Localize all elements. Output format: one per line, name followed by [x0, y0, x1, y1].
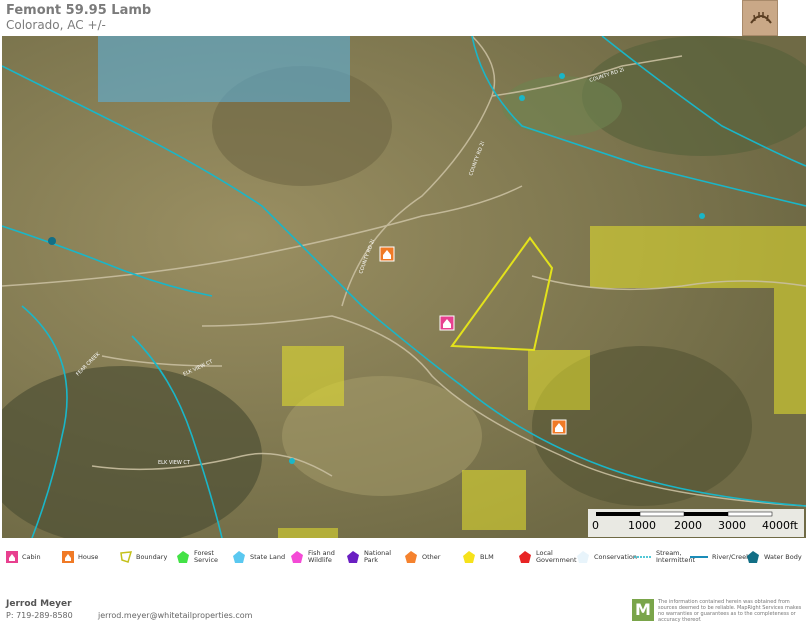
agent-email[interactable]: jerrod.meyer@whitetailproperties.com — [98, 611, 252, 620]
cabin-icon — [439, 315, 455, 331]
house-icon — [551, 419, 567, 435]
road-label: ELK VIEW CT — [158, 460, 191, 466]
scale-tick: 1000 — [628, 519, 656, 532]
agent-name: Jerrod Meyer — [6, 599, 72, 609]
water-body — [699, 213, 705, 219]
boundary-icon — [120, 551, 132, 563]
agent-phone: P: 719-289-8580 — [6, 611, 73, 620]
scale-tick: 2000 — [674, 519, 702, 532]
cabin-icon — [6, 551, 18, 563]
legend-item-forest-service: Forest Service — [176, 546, 220, 568]
property-subtitle: Colorado, AC +/- — [6, 18, 106, 32]
blm-parcel — [590, 226, 806, 288]
water-body — [289, 458, 295, 464]
river-creek-icon — [690, 556, 708, 558]
legend-item-blm: BLM — [462, 546, 494, 568]
house-icon — [379, 246, 395, 262]
legend-item-cabin: Cabin — [6, 546, 41, 568]
water-body — [559, 73, 565, 79]
house-icon — [62, 551, 74, 563]
legend-item-conservation: Conservation — [576, 546, 637, 568]
mapright-logo-icon: M — [632, 599, 654, 621]
fish-wildlife-icon — [291, 551, 303, 563]
scale-tick: 3000 — [718, 519, 746, 532]
blm-parcel — [528, 350, 590, 410]
legend-item-fish-wildlife: Fish and Wildlife — [290, 546, 336, 568]
state-land-icon — [233, 551, 245, 563]
legend-item-other: Other — [404, 546, 440, 568]
disclaimer-text: The information contained herein was obt… — [658, 599, 802, 623]
field-patch — [502, 76, 622, 136]
legend-item-state-land: State Land — [232, 546, 285, 568]
antler-logo-icon — [742, 0, 778, 36]
state-land-parcel — [98, 36, 350, 102]
scale-tick: 0 — [592, 519, 599, 532]
blm-parcel — [462, 470, 526, 530]
water-body-icon — [747, 551, 759, 563]
legend-item-boundary: Boundary — [120, 546, 167, 568]
map-header: Femont 59.95 Lamb Colorado, AC +/- — [0, 0, 808, 36]
property-title: Femont 59.95 Lamb — [6, 3, 152, 18]
conservation-icon — [577, 551, 589, 563]
scale-tick: 4000ft — [762, 519, 799, 532]
legend-item-house: House — [62, 546, 98, 568]
national-park-icon — [347, 551, 359, 563]
legend-item-local-government: Local Government — [518, 546, 577, 568]
forest-service-icon — [177, 551, 189, 563]
blm-parcel — [278, 528, 338, 538]
stream-intermittent-icon — [634, 556, 652, 558]
legend-item-water-body: Water Body — [746, 546, 802, 568]
blm-parcel — [774, 288, 806, 414]
legend-item-stream-intermittent: Stream, Intermittent — [634, 546, 695, 568]
blm-parcel — [282, 346, 344, 406]
water-body — [48, 237, 56, 245]
blm-icon — [463, 551, 475, 563]
legend-item-national-park: National Park — [346, 546, 392, 568]
other-icon — [405, 551, 417, 563]
water-body — [519, 95, 525, 101]
aerial-map[interactable]: COUNTY RD 2I COUNTY RD 2I COUNTY RD 2I F… — [2, 36, 806, 538]
local-government-icon — [519, 551, 531, 563]
scale-bar: 0 1000 2000 3000 4000ft — [588, 509, 804, 537]
legend-item-river-creek: River/Creek — [690, 546, 750, 568]
map-legend: Cabin House Boundary Forest Service Stat… — [0, 540, 808, 572]
